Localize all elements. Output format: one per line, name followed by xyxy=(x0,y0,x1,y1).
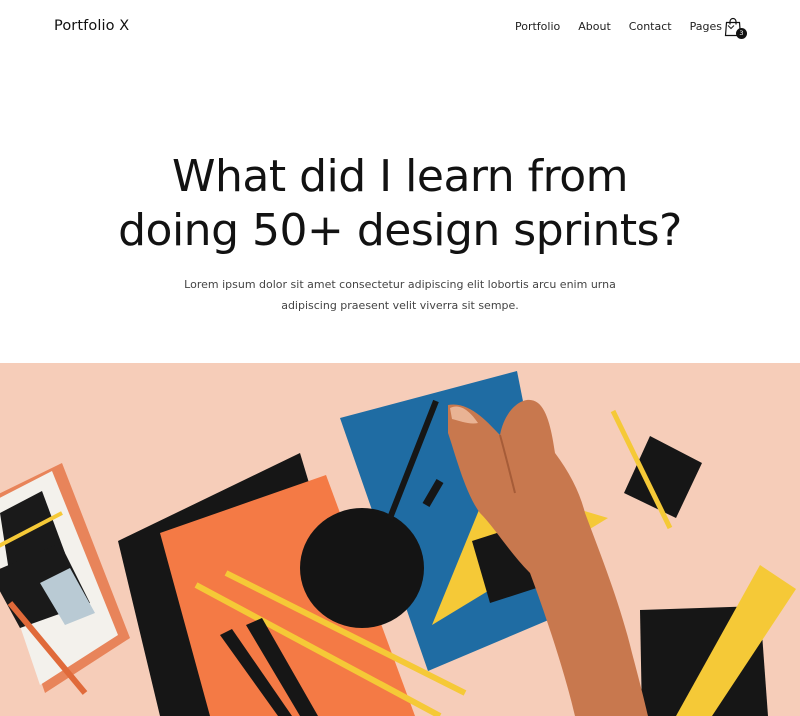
brand-logo[interactable]: Portfolio X xyxy=(54,18,129,34)
navbar: Portfolio X Portfolio About Contact Page… xyxy=(0,0,800,56)
cart-count-badge: 3 xyxy=(736,28,747,39)
hero-section: What did I learn from doing 50+ design s… xyxy=(0,150,800,316)
hero-image xyxy=(0,363,800,716)
nav-link-portfolio[interactable]: Portfolio xyxy=(515,20,560,33)
nav-link-about[interactable]: About xyxy=(578,20,611,33)
cart-button[interactable]: 3 xyxy=(724,17,748,41)
hero-title-line-2: doing 50+ design sprints? xyxy=(118,205,682,256)
nav-link-pages-label: Pages xyxy=(689,20,722,33)
hero-subtitle: Lorem ipsum dolor sit amet consectetur a… xyxy=(0,274,800,316)
nav-link-contact[interactable]: Contact xyxy=(629,20,672,33)
hero-title: What did I learn from doing 50+ design s… xyxy=(0,150,800,258)
paper-collage-illustration xyxy=(0,363,800,716)
hero-subtitle-line-1: Lorem ipsum dolor sit amet consectetur a… xyxy=(184,278,616,291)
hero-subtitle-line-2: adipiscing praesent velit viverra sit se… xyxy=(281,299,519,312)
hero-title-line-1: What did I learn from xyxy=(172,151,628,202)
main-nav: Portfolio About Contact Pages xyxy=(515,20,753,33)
